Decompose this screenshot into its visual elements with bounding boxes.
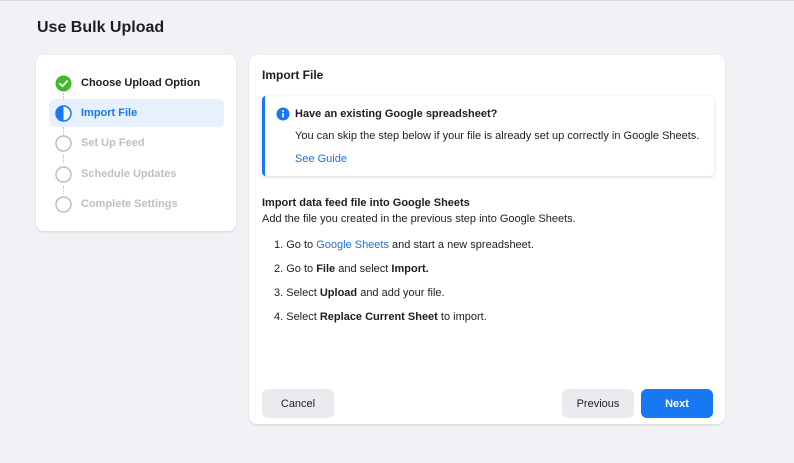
- step-label: Set Up Feed: [81, 137, 145, 149]
- step-label: Choose Upload Option: [81, 77, 201, 89]
- step-schedule-updates[interactable]: Schedule Updates: [49, 160, 224, 188]
- section-subtitle: Add the file you created in the previous…: [262, 213, 576, 225]
- previous-button[interactable]: Previous: [562, 389, 634, 418]
- instruction-text: 2. Go to: [274, 263, 317, 275]
- empty-circle-icon: [55, 195, 72, 213]
- instruction-step-2: 2. Go to File and select Import.: [274, 263, 429, 275]
- instruction-bold: Upload: [319, 287, 358, 299]
- instruction-text: 1. Go to: [274, 239, 317, 251]
- import-file-card: Import File Have an existing Google spre…: [249, 55, 725, 424]
- cancel-button[interactable]: Cancel: [262, 389, 334, 418]
- step-label: Import File: [81, 107, 138, 119]
- step-label: Complete Settings: [81, 198, 178, 210]
- info-icon: [276, 107, 290, 121]
- instruction-step-3: 3. Select Upload and add your file.: [274, 287, 445, 299]
- google-sheets-notice: Have an existing Google spreadsheet? You…: [262, 96, 714, 176]
- section-heading: Import data feed file into Google Sheets: [262, 197, 470, 209]
- page-title: Use Bulk Upload: [37, 19, 165, 36]
- step-set-up-feed[interactable]: Set Up Feed: [49, 129, 224, 157]
- notice-title: Have an existing Google spreadsheet?: [295, 108, 498, 120]
- step-complete-settings[interactable]: Complete Settings: [49, 190, 224, 218]
- instruction-text: 4. Select: [274, 311, 320, 323]
- step-label: Schedule Updates: [81, 168, 177, 180]
- step-import-file[interactable]: Import File: [49, 99, 224, 127]
- card-title: Import File: [262, 68, 324, 82]
- empty-circle-icon: [55, 165, 72, 183]
- empty-circle-icon: [55, 134, 72, 152]
- instruction-bold: Import.: [391, 263, 429, 275]
- instruction-text: 3. Select: [274, 287, 320, 299]
- half-circle-progress-icon: [55, 104, 72, 122]
- instruction-bold: File: [316, 263, 336, 275]
- instruction-text: and start a new spreadsheet.: [388, 239, 534, 251]
- check-circle-icon: [55, 75, 72, 92]
- see-guide-link[interactable]: See Guide: [295, 153, 347, 165]
- steps-panel: Choose Upload Option Import File Set Up …: [36, 55, 236, 231]
- next-button[interactable]: Next: [641, 389, 713, 418]
- instruction-bold: Replace Current Sheet: [319, 311, 438, 323]
- google-sheets-link[interactable]: Google Sheets: [316, 239, 389, 251]
- instruction-step-1: 1. Go to Google Sheets and start a new s…: [274, 239, 534, 251]
- instruction-text: and add your file.: [357, 287, 445, 299]
- step-choose-upload-option[interactable]: Choose Upload Option: [49, 69, 224, 97]
- instruction-text: to import.: [437, 311, 487, 323]
- notice-body: You can skip the step below if your file…: [295, 130, 700, 142]
- instruction-step-4: 4. Select Replace Current Sheet to impor…: [274, 311, 487, 323]
- top-divider: [0, 0, 794, 1]
- instruction-text: and select: [335, 263, 392, 275]
